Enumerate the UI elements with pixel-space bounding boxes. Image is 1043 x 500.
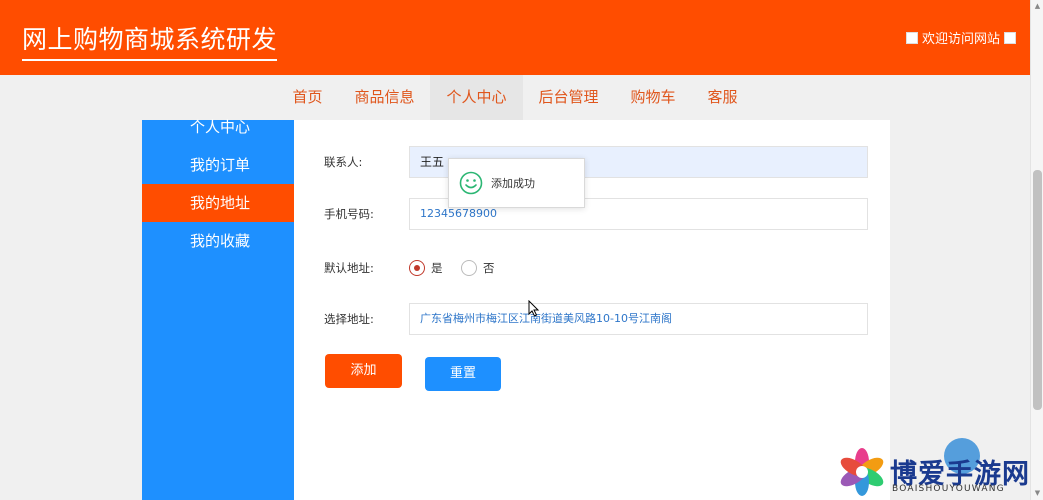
sidebar-item-address[interactable]: 我的地址 [142,184,294,222]
top-header: 网上购物商城系统研发 欢迎访问网站 [0,0,1030,75]
checkbox-icon [905,31,918,44]
sidebar-item-favorites[interactable]: 我的收藏 [142,222,294,260]
address-row: 选择地址: 广东省梅州市梅江区江南街道美风路10-10号江南阁 [294,303,890,335]
watermark-subtext: BOAISHOUYOUWANG [892,484,1005,494]
sidebar-item-profile[interactable]: 个人中心 [142,120,294,146]
phone-label: 手机号码: [324,207,374,221]
contact-label: 联系人: [324,155,363,169]
sidebar-item-orders[interactable]: 我的订单 [142,146,294,184]
nav-item-service[interactable]: 客服 [692,75,754,120]
address-select[interactable]: 广东省梅州市梅江区江南街道美风路10-10号江南阁 [409,303,868,335]
default-yes-option[interactable]: 是 [409,260,443,276]
default-no-label: 否 [483,261,495,275]
nav-item-cart[interactable]: 购物车 [615,75,692,120]
page-scrollbar[interactable]: ▲ ▼ [1030,0,1043,500]
nav-item-profile[interactable]: 个人中心 [430,75,523,120]
success-toast: 添加成功 [448,158,585,208]
smiley-icon [459,171,483,195]
default-yes-label: 是 [431,261,443,275]
nav-item-admin[interactable]: 后台管理 [523,75,615,120]
watermark: 博爱手游网 BOAISHOUYOUWANG [838,448,1038,500]
contact-row: 联系人: 王五 [294,146,890,178]
address-label: 选择地址: [324,312,374,326]
reset-button[interactable]: 重置 [425,357,501,391]
nav-item-home[interactable]: 首页 [276,75,338,120]
nav-item-products[interactable]: 商品信息 [338,75,430,120]
radio-checked-icon[interactable] [409,260,425,276]
checkbox-icon [1004,31,1016,44]
default-no-option[interactable]: 否 [461,260,495,276]
flower-logo-icon [840,448,884,496]
default-address-row: 默认地址: 是 否 [294,252,890,284]
mouse-cursor-icon [528,300,540,317]
phone-row: 手机号码: 12345678900 [294,198,890,230]
address-form-panel: 联系人: 王五 手机号码: 12345678900 默认地址: 是 否 选择地址… [294,120,890,500]
scroll-thumb[interactable] [1033,170,1042,410]
sidebar: 个人中心 我的订单 我的地址 我的收藏 [142,120,294,500]
default-address-label: 默认地址: [324,261,374,275]
radio-unchecked-icon[interactable] [461,260,477,276]
scroll-up-icon[interactable]: ▲ [1033,2,1042,11]
site-title[interactable]: 网上购物商城系统研发 [22,20,278,61]
main-nav: 首页 商品信息 个人中心 后台管理 购物车 客服 [0,75,1030,120]
visit-site[interactable]: 欢迎访问网站 [905,28,1016,47]
visit-site-label: 欢迎访问网站 [921,32,1000,47]
add-button[interactable]: 添加 [325,354,402,388]
toast-message: 添加成功 [491,177,535,190]
